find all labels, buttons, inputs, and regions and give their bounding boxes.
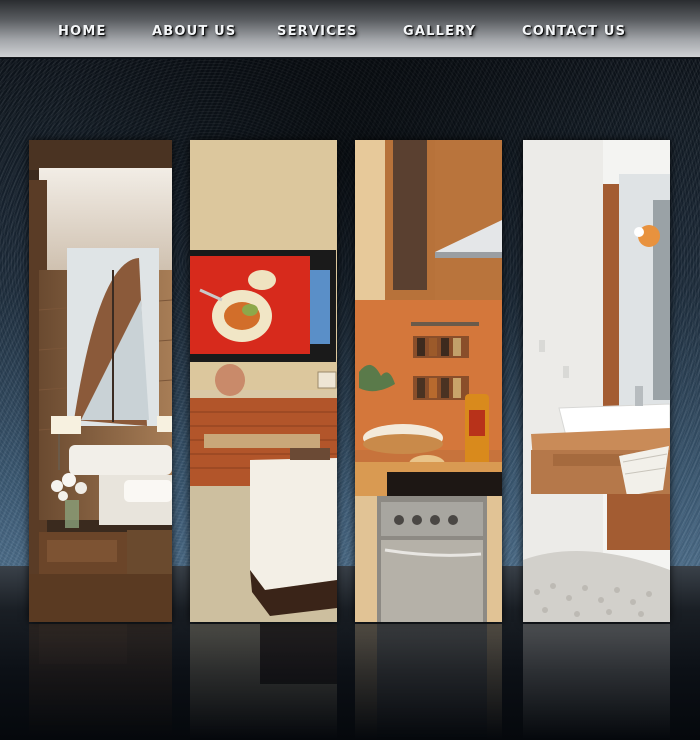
bedroom-reflection [29,624,172,740]
bedroom-photo [29,140,172,622]
living-room-photo [190,140,337,622]
gallery-panel-bedroom[interactable] [29,140,172,622]
kitchen-reflection [355,624,502,740]
nav-about-link[interactable]: ABOUT US [152,24,237,39]
living-room-reflection [190,624,337,740]
main-navigation: HOME ABOUT US SERVICES GALLERY CONTACT U… [0,0,700,58]
bathroom-reflection [523,624,670,740]
nav-gallery-link[interactable]: GALLERY [403,24,476,39]
gallery-panel-kitchen[interactable] [355,140,502,622]
gallery-panel-living-room[interactable] [190,140,337,622]
nav-home-link[interactable]: HOME [58,24,107,39]
nav-contact-link[interactable]: CONTACT US [522,24,626,39]
bathroom-photo [523,140,670,622]
kitchen-photo [355,140,502,622]
nav-services-link[interactable]: SERVICES [277,24,358,39]
gallery-panel-bathroom[interactable] [523,140,670,622]
